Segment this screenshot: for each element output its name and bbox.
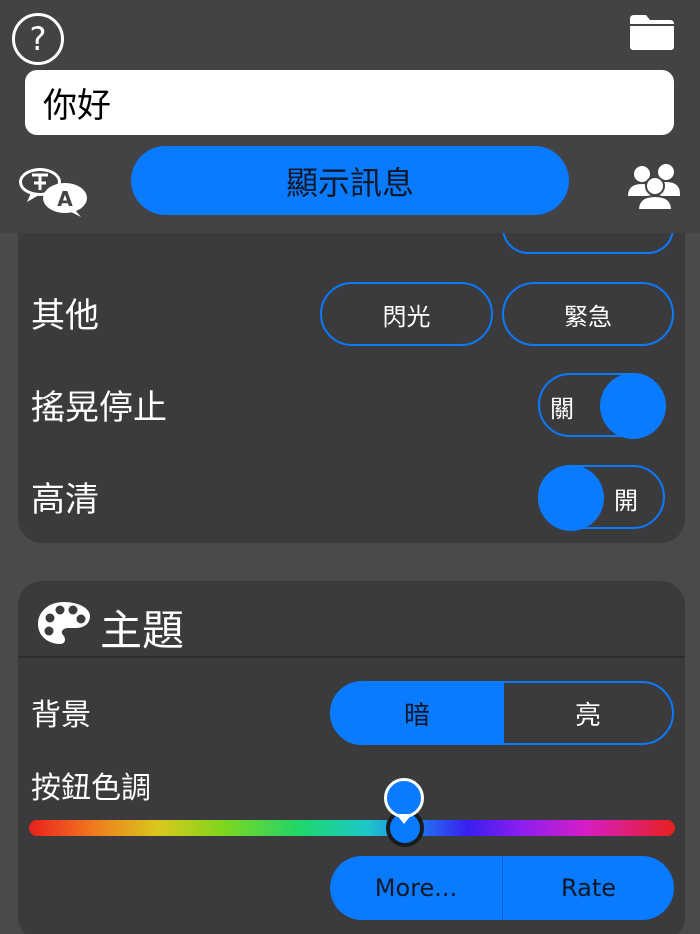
shake-stop-toggle[interactable]: 關 bbox=[538, 373, 666, 439]
palette-icon bbox=[38, 602, 90, 644]
svg-text:A: A bbox=[57, 187, 73, 211]
people-icon[interactable] bbox=[626, 160, 684, 210]
message-input[interactable] bbox=[25, 70, 674, 135]
header: ? A 顯示訊息 bbox=[0, 0, 700, 233]
other-label: 其他 bbox=[31, 296, 99, 336]
emergency-button[interactable]: 緊急 bbox=[502, 282, 674, 346]
light-theme-button[interactable]: 亮 bbox=[502, 681, 674, 745]
show-message-button[interactable]: 顯示訊息 bbox=[131, 146, 569, 215]
app-root: 其他 閃光 緊急 搖晃停止 關 高清 開 主題 背景 暗 亮 按鈕色調 More… bbox=[0, 0, 700, 934]
toggle-knob bbox=[538, 465, 604, 531]
flash-button[interactable]: 閃光 bbox=[320, 282, 493, 346]
button-hue-label: 按鈕色調 bbox=[31, 771, 151, 806]
hd-toggle[interactable]: 開 bbox=[538, 465, 665, 531]
help-button[interactable]: ? bbox=[12, 13, 64, 65]
translate-icon[interactable]: A bbox=[15, 164, 91, 218]
shake-stop-label: 搖晃停止 bbox=[31, 388, 167, 428]
theme-title: 主題 bbox=[100, 606, 185, 655]
hue-bubble-pointer bbox=[396, 814, 412, 824]
hue-slider-track[interactable] bbox=[29, 820, 675, 836]
dark-theme-button[interactable]: 暗 bbox=[330, 681, 504, 745]
hd-state: 開 bbox=[614, 487, 638, 515]
toggle-knob bbox=[600, 373, 666, 439]
shake-stop-state: 關 bbox=[550, 395, 574, 423]
more-button[interactable]: More... bbox=[330, 856, 502, 920]
divider bbox=[18, 656, 685, 658]
rate-button[interactable]: Rate bbox=[502, 856, 674, 920]
hue-value-bubble bbox=[384, 778, 424, 818]
hd-label: 高清 bbox=[31, 480, 99, 520]
folder-icon[interactable] bbox=[628, 13, 676, 51]
help-icon: ? bbox=[29, 20, 47, 58]
background-label: 背景 bbox=[31, 698, 91, 733]
